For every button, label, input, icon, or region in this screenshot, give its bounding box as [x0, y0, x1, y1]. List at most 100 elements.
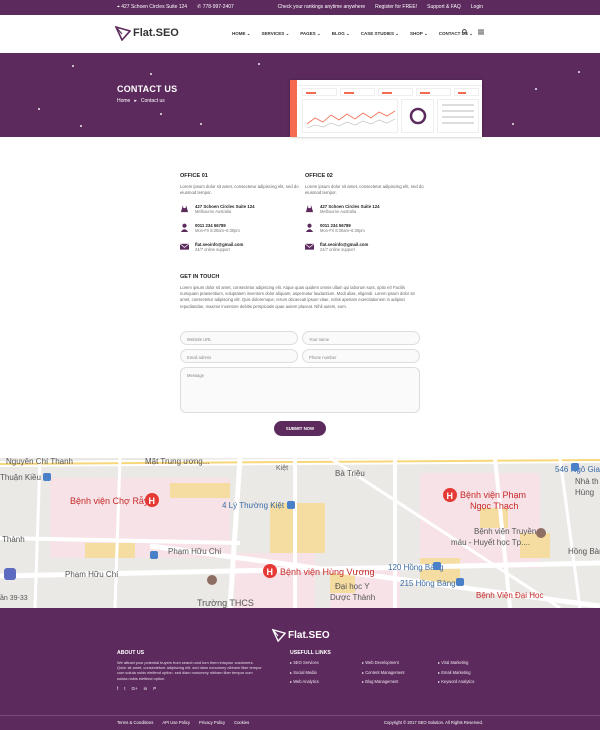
- linkedin-icon[interactable]: in: [144, 686, 148, 691]
- footer-link[interactable]: ▸ Content Management: [362, 670, 438, 675]
- map-label: Kiệt: [276, 465, 288, 472]
- address-line-2: Melbourne Australia: [320, 209, 357, 214]
- svg-text:H: H: [267, 567, 274, 577]
- map-label: Nguyễn Chí Thanh: [6, 458, 73, 466]
- submit-button[interactable]: SUBMIT NOW: [274, 421, 326, 436]
- office-phone: 0011 234 56789 Mon-Fri 8:30am–6:30pm: [305, 223, 425, 233]
- footer-link[interactable]: ▸ Blog Management: [362, 679, 438, 684]
- nav-blog-label: BLOG: [331, 31, 345, 36]
- map-label: 4 Lý Thường Kiệt: [222, 501, 285, 510]
- login-link[interactable]: Login: [471, 4, 483, 10]
- office-title: OFFICE 02: [305, 173, 333, 179]
- bus-stop-icon[interactable]: [150, 551, 158, 559]
- map-label: Nhà th: [575, 477, 599, 486]
- cookies-link[interactable]: Cookies: [234, 720, 249, 725]
- star-dot: [150, 73, 152, 75]
- privacy-policy-link[interactable]: Privacy Policy: [199, 720, 225, 725]
- nav-home[interactable]: HOME ⌄: [232, 31, 251, 37]
- user-phone-icon: [180, 223, 189, 232]
- map-canvas[interactable]: Nguyễn Chí Thanh Thuận Kiều Mặt Trung ươ…: [0, 458, 600, 608]
- footer-logo[interactable]: Flat.SEO: [272, 628, 330, 642]
- map-label: Phạm Hữu Chí: [65, 570, 119, 579]
- nav-shop-label: SHOP: [410, 31, 423, 36]
- footer-link[interactable]: ▸ Social Media: [290, 670, 362, 675]
- footer-link[interactable]: ▸ Web Analytics: [290, 679, 362, 684]
- phone-hours: Mon-Fri 8:30am–6:30pm: [320, 228, 365, 233]
- your-name-input[interactable]: Your name: [302, 331, 420, 345]
- office-address: 427 Schoen Circles Suite 124 Melbourne Au…: [180, 204, 300, 214]
- top-bar: ⌖ 427 Schoen Circles Suite 124 ✆ 778-997…: [0, 0, 600, 15]
- place-marker-icon[interactable]: [536, 528, 546, 538]
- map-label: Bệnh viện Phạm: [460, 490, 526, 500]
- star-dot: [200, 123, 202, 125]
- bus-stop-icon[interactable]: [287, 501, 295, 509]
- map-label: Thuận Kiều: [0, 473, 41, 482]
- office-description: Lorem ipsum dolor sit amet, consectetur …: [305, 184, 424, 195]
- map-label: Phạm Hữu Chí: [168, 547, 222, 556]
- pinterest-icon[interactable]: P: [153, 686, 156, 691]
- footer-about: ABOUT US We attract your potential buyer…: [117, 650, 262, 691]
- nav-pages-label: PAGES: [300, 31, 316, 36]
- twitter-icon[interactable]: t: [124, 686, 125, 691]
- nav-case-studies[interactable]: CASE STUDIES ⌄: [361, 31, 399, 37]
- hospital-marker-icon[interactable]: H: [263, 564, 277, 578]
- office-description: Lorem ipsum dolor sit amet, consectetur …: [180, 184, 299, 195]
- site-logo[interactable]: Flat.SEO: [115, 25, 179, 41]
- footer-link-label: Viral Marketing: [441, 660, 469, 665]
- phone-input[interactable]: Phone number: [302, 349, 420, 363]
- email-input[interactable]: Email adress: [180, 349, 298, 363]
- google-plus-icon[interactable]: G+: [132, 686, 138, 691]
- dashboard-sidebar: [290, 80, 297, 137]
- office-email: flat.seoinfo@gmail.com 24/7 online suppor…: [305, 242, 425, 252]
- footer-link[interactable]: ▸ Keyword Analytics: [438, 679, 498, 684]
- website-url-input[interactable]: Website URL: [180, 331, 298, 345]
- office-02-block: OFFICE 02 Lorem ipsum dolor sit amet, co…: [305, 173, 425, 261]
- facebook-icon[interactable]: f: [117, 686, 118, 691]
- bus-stop-icon[interactable]: [456, 578, 464, 586]
- nav-blog[interactable]: BLOG ⌄: [332, 31, 350, 37]
- bus-stop-icon[interactable]: [43, 473, 51, 481]
- footer-link-label: Web Development: [365, 660, 399, 665]
- nav-home-label: HOME: [232, 31, 246, 36]
- nav-pages[interactable]: PAGES ⌄: [300, 31, 320, 37]
- dashboard-mockup-image: [290, 80, 482, 137]
- google-map[interactable]: Nguyễn Chí Thanh Thuận Kiều Mặt Trung ươ…: [0, 458, 600, 608]
- register-link[interactable]: Register for FREE!: [375, 4, 417, 10]
- get-in-touch-section: GET IN TOUCH Lorem ipsum dolor sit amet,…: [180, 274, 422, 310]
- map-label: Bệnh viện Hùng Vương: [280, 567, 375, 577]
- nav-services[interactable]: SERVICES ⌄: [262, 31, 290, 37]
- search-icon[interactable]: [462, 29, 468, 35]
- terms-link[interactable]: Terms & Conditions: [117, 720, 153, 725]
- rankings-link[interactable]: Check your rankings anytime anywhere: [278, 4, 366, 10]
- api-policy-link[interactable]: API Use Policy: [162, 720, 190, 725]
- breadcrumb-home[interactable]: Home: [117, 98, 130, 104]
- message-textarea[interactable]: Message: [180, 367, 420, 413]
- map-label: máu - Huyết học Tp....: [451, 538, 530, 547]
- office-phone: 0011 234 56789 Mon-Fri 8:30am–6:30pm: [180, 223, 300, 233]
- main-nav: HOME ⌄ SERVICES ⌄ PAGES ⌄ BLOG ⌄ CASE ST…: [232, 31, 484, 37]
- school-marker-icon[interactable]: [207, 575, 217, 585]
- address-line-2: Melbourne Australia: [195, 209, 232, 214]
- footer-link[interactable]: ▸ Email Marketing: [438, 670, 498, 675]
- office-01-block: OFFICE 01 Lorem ipsum dolor sit amet, co…: [180, 173, 300, 261]
- map-label: Bà Triệu: [335, 469, 365, 478]
- hospital-marker-icon[interactable]: H: [443, 488, 457, 502]
- nav-shop[interactable]: SHOP ⌄: [410, 31, 428, 37]
- hospital-marker-icon[interactable]: H: [145, 493, 159, 507]
- bus-stop-icon[interactable]: [571, 463, 579, 471]
- get-in-touch-text: Lorem ipsum dolor sit amet, consectetur …: [180, 285, 415, 309]
- support-link[interactable]: Support & FAQ: [427, 4, 461, 10]
- map-label: Bệnh Viện Đại Học: [476, 591, 543, 600]
- nav-case-studies-label: CASE STUDIES: [360, 31, 394, 36]
- footer-link[interactable]: ▸ Web Development: [362, 660, 438, 665]
- bus-stop-icon[interactable]: [433, 562, 441, 570]
- footer-link[interactable]: ▸ Viral Marketing: [438, 660, 498, 665]
- footer-link[interactable]: ▸ SEO Services: [290, 660, 362, 665]
- breadcrumb: Home ▸ Contact us: [117, 98, 165, 104]
- menu-icon[interactable]: [478, 29, 484, 35]
- topbar-address: 427 Schoen Circles Suite 124: [121, 4, 188, 10]
- logo-icon: [115, 25, 131, 41]
- street-view-icon[interactable]: [4, 568, 16, 580]
- map-label: ần 39-33: [0, 593, 28, 602]
- map-label: Thành: [2, 535, 25, 544]
